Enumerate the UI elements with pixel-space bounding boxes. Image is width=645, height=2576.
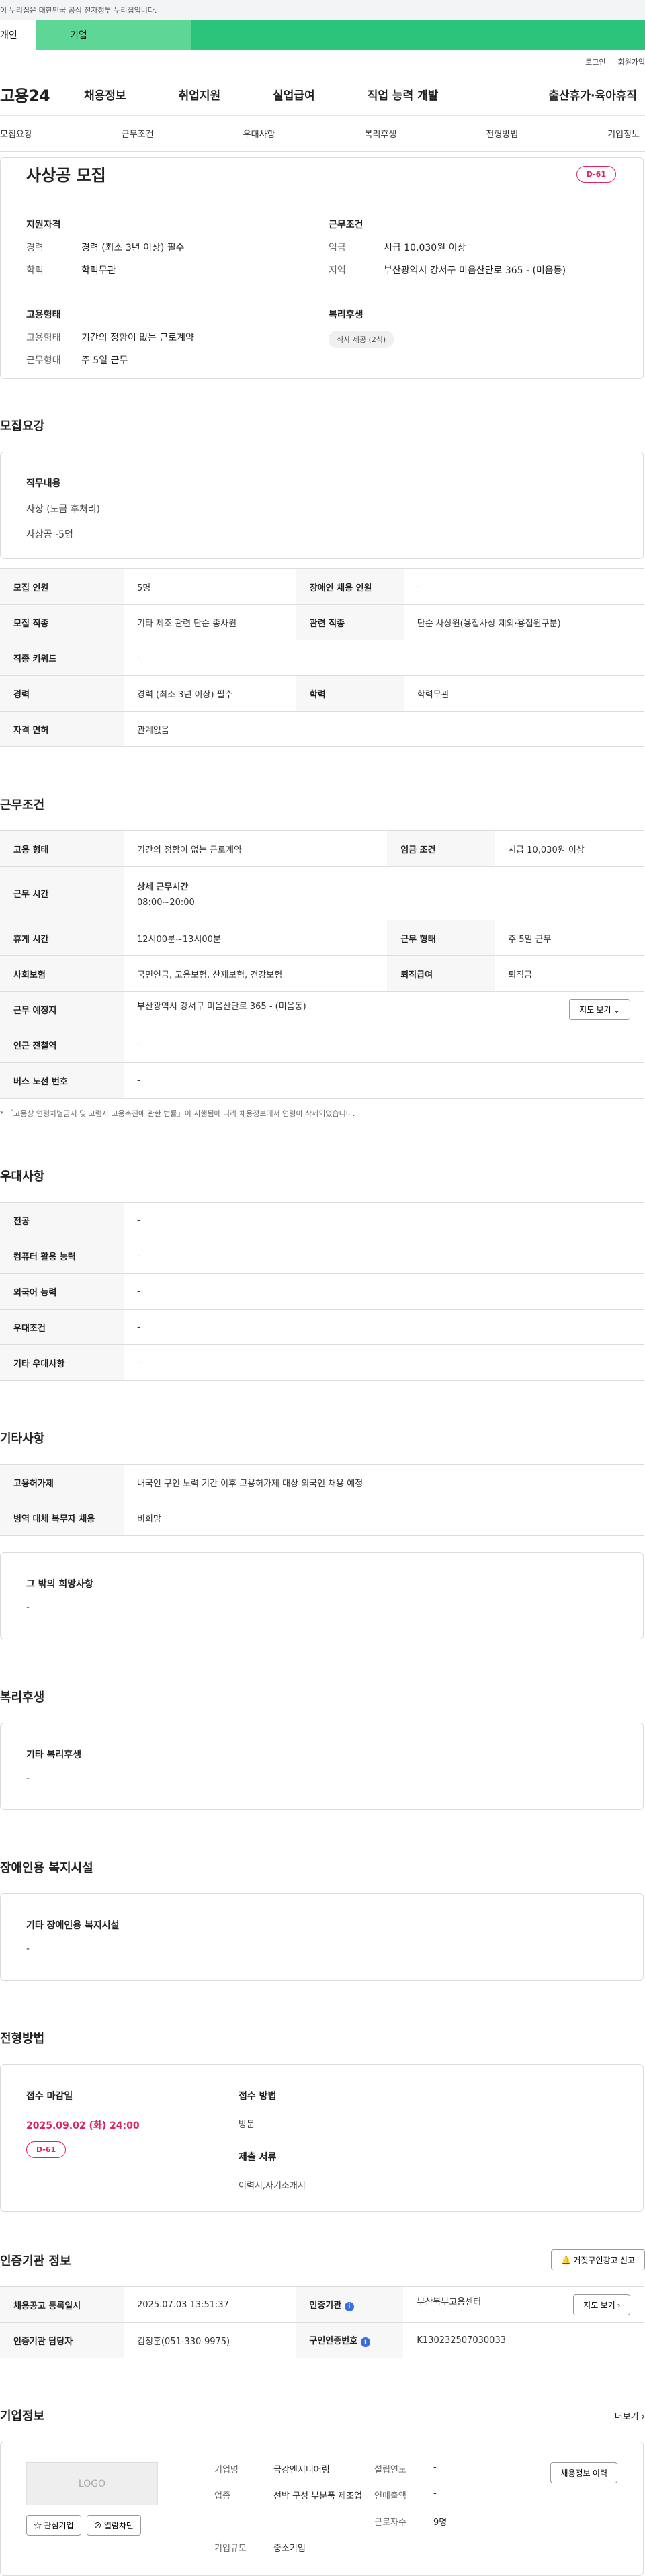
cert-table: 채용공고 등록일시 2025.07.03 13:51:37 인증기관 i 부산북부고용… <box>0 2286 644 2358</box>
star-icon: ☆ <box>34 2521 42 2530</box>
section-tabs: 모집요강 근무조건 우대사항 복리후생 전형방법 기업정보 <box>0 116 645 152</box>
table-row: 인근 전철역 - <box>0 1027 644 1063</box>
table-row: 모집 인원 5명 장애인 채용 인원 - <box>0 568 644 605</box>
info-icon[interactable]: i <box>344 2302 354 2311</box>
agency-map-button[interactable]: 지도 보기 › <box>573 2294 630 2315</box>
favorite-company-button[interactable]: ☆ 관심기업 <box>26 2515 81 2536</box>
more-link[interactable]: 더보기 › <box>615 2409 645 2422</box>
map-button[interactable]: 지도 보기 ⌄ <box>569 998 630 1020</box>
table-row: 경력 경력 (최소 3년 이상) 필수 학력 학력무관 <box>0 675 644 712</box>
condition-block: 근무조건 임금 시급 10,030원 이상 지역 부산광역시 강서구 미음산단로 3… <box>329 220 566 276</box>
block-view-button[interactable]: ⊘ 열람차단 <box>86 2515 142 2536</box>
company-logo-placeholder: LOGO <box>26 2462 158 2505</box>
signup-link[interactable]: 회원가입 <box>618 56 645 67</box>
screening-box: 접수 마감일 2025.09.02 (화) 24:00 D-61 접수 방법 방… <box>0 2064 644 2212</box>
table-row: 근무 시간 상세 근무시간 08:00~20:00 <box>0 866 644 920</box>
cert-title: 인증기관 정보 <box>0 2253 71 2268</box>
tab-corp[interactable]: 기업정보 <box>607 127 640 140</box>
dday-badge: D-61 <box>576 166 616 183</box>
block-icon: ⊘ <box>93 2521 102 2530</box>
nav-employment-support[interactable]: 취업지원 <box>179 86 221 103</box>
chevron-down-icon: ⌄ <box>613 1004 620 1015</box>
tab-work[interactable]: 근무조건 <box>122 127 154 140</box>
tab-corporate[interactable]: 기업 <box>36 20 191 50</box>
tab-personal[interactable]: 개인 <box>0 20 36 50</box>
gov-banner: 이 누리집은 대한민국 공식 전자정부 누리집입니다. <box>0 0 645 20</box>
table-row: 휴게 시간 12시00분~13시00분 근무 형태 주 5일 근무 <box>0 920 644 956</box>
global-nav: 고용24 채용정보 취업지원 실업급여 직업 능력 개발 출산휴가·육아휴직 <box>0 74 645 116</box>
work-table: 고용 형태 기간의 정함이 없는 근로계약 임금 조건 시급 10,030원 이상 근… <box>0 830 644 1099</box>
report-fake-ad-button[interactable]: 🔔 거짓구인광고 신고 <box>551 2249 645 2270</box>
job-summary-card: 사상공 모집 D-61 지원자격 경력 경력 (최소 3년 이상) 필수 학력 학력… <box>0 157 644 379</box>
table-row: 채용공고 등록일시 2025.07.03 13:51:37 인증기관 i 부산북부고용… <box>0 2286 644 2323</box>
table-row: 고용허가제 내국인 구인 노력 기간 이후 고용허가제 대상 외국인 채용 예정 <box>0 1464 644 1500</box>
tab-recruit[interactable]: 모집요강 <box>0 127 32 140</box>
nav-training[interactable]: 직업 능력 개발 <box>368 86 439 103</box>
recruit-history-button[interactable]: 채용정보 이력 <box>550 2462 617 2483</box>
nav-jobs[interactable]: 채용정보 <box>84 86 126 103</box>
table-row: 병역 대체 복무자 채용 비희망 <box>0 1500 644 1536</box>
table-row: 우대조건 - <box>0 1309 644 1345</box>
welfare-badge: 식사 제공 (2식) <box>329 331 394 348</box>
job-content-box: 직무내용 사상 (도금 후처리) 사상공 -5명 <box>0 452 644 559</box>
table-row: 기타 우대사항 - <box>0 1344 644 1381</box>
table-row: 모집 직종 기타 제조 관련 단순 종사원 관련 직종 단순 사상원(용접사상 제외·… <box>0 604 644 640</box>
deadline-date: 2025.09.02 (화) 24:00 <box>26 2120 140 2131</box>
tab-benefit[interactable]: 복리후생 <box>364 127 396 140</box>
disabled-title: 장애인용 복지시설 <box>0 1861 93 1875</box>
table-row: 자격 면허 관계없음 <box>0 711 644 747</box>
site-logo[interactable]: 고용24 <box>0 83 84 106</box>
table-row: 고용 형태 기간의 정함이 없는 근로계약 임금 조건 시급 10,030원 이상 <box>0 830 644 867</box>
recruit-title: 모집요강 <box>0 419 45 433</box>
other-wish-box: 그 밖의 희망사항 - <box>0 1552 644 1639</box>
recruit-table: 모집 인원 5명 장애인 채용 인원 - 모집 직종 기타 제조 관련 단순 종사원 관련… <box>0 568 644 747</box>
job-title: 사상공 모집 <box>26 166 106 185</box>
corp-box: LOGO ☆ 관심기업 ⊘ 열람차단 기업명 금강엔지니어링 설립연도 - 업종 선박… <box>0 2442 644 2576</box>
utility-links: 로그인 회원가입 <box>0 50 645 74</box>
table-row: 버스 노선 번호 - <box>0 1062 644 1099</box>
corp-info: 기업명 금강엔지니어링 설립연도 - 업종 선박 구성 부분품 제조업 연매출액 - 근… <box>214 2462 447 2554</box>
chevron-right-icon: › <box>617 2300 620 2310</box>
table-row: 인증기관 담당자 김정훈(051-330-9975) 구인인증번호 i K130232… <box>0 2322 644 2358</box>
table-row: 사회보험 국민연금, 고용보험, 산재보험, 건강보험 퇴직급여 퇴직금 <box>0 955 644 992</box>
prefer-table: 전공 - 컴퓨터 활용 능력 - 외국어 능력 - 우대조건 - 기타 우대사항 - <box>0 1202 644 1381</box>
etc-title: 기타사항 <box>0 1432 45 1446</box>
nav-leave[interactable]: 출산휴가·육아휴직 <box>548 86 637 103</box>
table-row: 직종 키워드 - <box>0 640 644 676</box>
login-link[interactable]: 로그인 <box>585 56 605 67</box>
user-type-tabs: 개인 기업 <box>0 20 645 50</box>
tab-screening[interactable]: 전형방법 <box>486 127 518 140</box>
benefit-box: 기타 복리후생 - <box>0 1723 644 1810</box>
welfare-block: 복리후생 식사 제공 (2식) <box>329 308 617 376</box>
table-row: 근무 예정지 부산광역시 강서구 미음산단로 365 - (미음동) 지도 보기 ⌄ <box>0 991 644 1027</box>
chevron-right-icon: › <box>641 2411 645 2422</box>
dday-badge: D-61 <box>26 2141 67 2158</box>
work-title: 근무조건 <box>0 798 45 812</box>
age-note: * 「고용상 연령차별금지 및 고령자 고용촉진에 관한 법률」이 시행됨에 따… <box>0 1109 355 1118</box>
info-icon[interactable]: i <box>360 2337 370 2347</box>
etc-table: 고용허가제 내국인 구인 노력 기간 이후 고용허가제 대상 외국인 채용 예정 … <box>0 1464 644 1536</box>
disabled-box: 기타 장애인용 복지시설 - <box>0 1893 644 1981</box>
bell-icon: 🔔 <box>561 2256 571 2265</box>
tab-prefer[interactable]: 우대사항 <box>243 127 275 140</box>
prefer-title: 우대사항 <box>0 1170 45 1184</box>
screening-title: 전형방법 <box>0 2032 45 2046</box>
benefit-title: 복리후생 <box>0 1690 45 1705</box>
employment-block: 고용형태 고용형태 기간의 정함이 없는 근로계약 근무형태 주 5일 근무 <box>26 310 194 366</box>
table-row: 외국어 능력 - <box>0 1273 644 1310</box>
table-row: 전공 - <box>0 1202 644 1238</box>
table-row: 컴퓨터 활용 능력 - <box>0 1238 644 1274</box>
qualification-block: 지원자격 경력 경력 (최소 3년 이상) 필수 학력 학력무관 <box>26 220 185 276</box>
nav-unemployment[interactable]: 실업급여 <box>273 86 315 103</box>
corp-title: 기업정보 <box>0 2409 45 2423</box>
